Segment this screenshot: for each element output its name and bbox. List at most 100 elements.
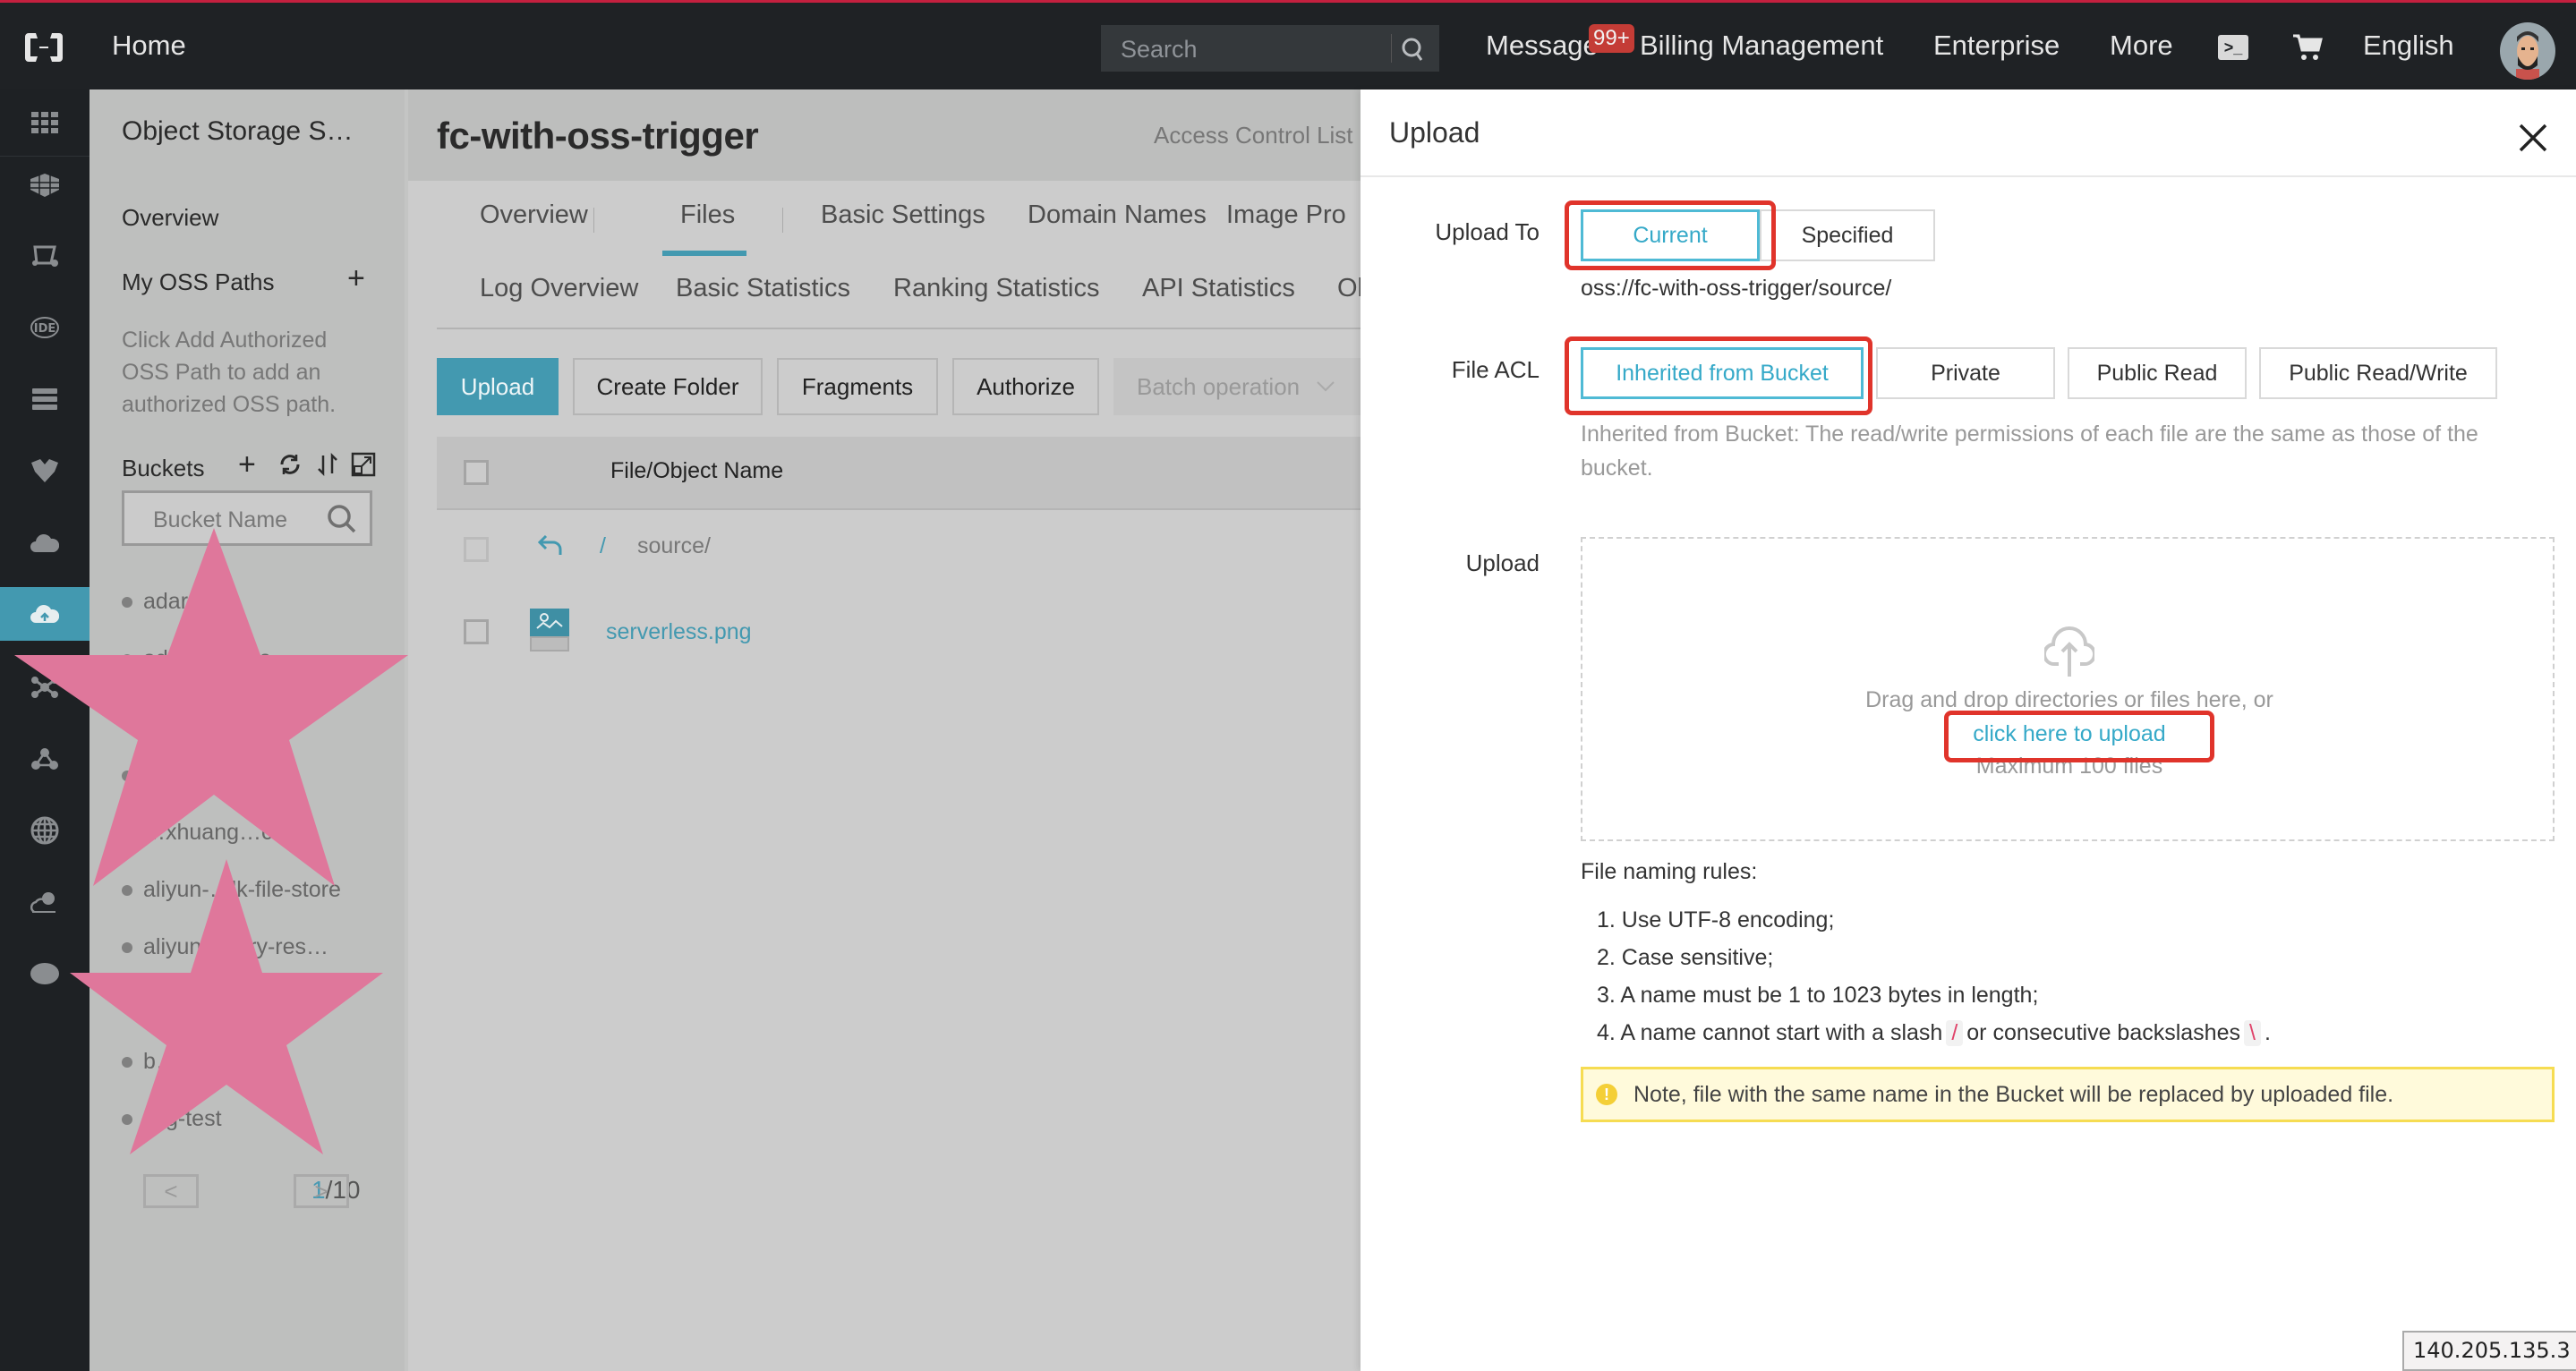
add-bucket-plus-icon[interactable]: + [238,447,256,482]
hexagon-cluster-icon [31,459,58,482]
ip-address-label: 140.205.135.3 [2402,1331,2576,1371]
oss-paths-hint: Click Add Authorized OSS Path to add an … [122,328,337,417]
drag-drop-text: Drag and drop directories or files here,… [1865,687,2273,712]
close-icon[interactable] [2515,120,2551,156]
message-count-badge: 99+ [1589,24,1634,53]
expand-icon[interactable] [351,452,376,477]
message-link[interactable]: Message [1486,30,1599,62]
rail-all-products[interactable] [0,94,90,151]
tab-ranking-statistics[interactable]: Ranking Statistics [893,274,1100,303]
search-placeholder: Search [1121,36,1198,63]
language-selector[interactable]: English [2363,30,2454,62]
tab-api-statistics[interactable]: API Statistics [1142,274,1295,303]
rail-item-ide[interactable]: IDE [0,299,90,356]
server-stack-icon [32,388,57,410]
bucket-files-view: fc-with-oss-trigger Access Control List … [408,89,1361,1371]
access-control-list-label: Access Control List [1154,122,1353,149]
star-overlay-icon [14,528,408,886]
batch-operation-dropdown: Batch operation [1113,358,1361,415]
sidebar-item-overview[interactable]: Overview [122,204,218,232]
naming-rule: 2. Case sensitive; [1597,945,1774,970]
tab-separator [782,208,783,233]
tab-image-processing[interactable]: Image Pro [1226,200,1346,230]
more-link[interactable]: More [2110,30,2173,62]
upload-panel-title: Upload [1389,116,1480,149]
select-all-checkbox[interactable] [464,460,489,485]
rail-item-storage[interactable] [0,370,90,428]
billing-management-link[interactable]: Billing Management [1640,30,1883,62]
ide-icon: IDE [30,317,59,338]
chevron-down-icon [1317,381,1335,392]
top-nav-bar: Home Search Message 99+ Billing Manageme… [0,0,2576,89]
active-tab-indicator [662,251,746,256]
acl-description: Inherited from Bucket: The read/write pe… [1581,422,2478,481]
bucket-header: fc-with-oss-trigger Access Control List [408,89,1361,181]
upload-panel: Upload Upload To Current Specified oss:/… [1361,89,2576,1371]
highlight-box [1565,200,1776,270]
rail-item-hex[interactable] [0,442,90,499]
row-checkbox [464,537,489,562]
tab-basic-settings[interactable]: Basic Settings [821,200,985,230]
upload-field-label: Upload [1465,549,1540,576]
tab-basic-statistics[interactable]: Basic Statistics [676,274,850,303]
file-link-serverless-png[interactable]: serverless.png [606,619,752,645]
rail-item-ecs[interactable] [0,157,90,214]
backslash-code: \ [2244,1020,2261,1046]
back-arrow-icon[interactable] [537,533,564,558]
tab-overview[interactable]: Overview [480,200,588,230]
tab-object-access[interactable]: Ol [1337,274,1361,303]
rail-item-network[interactable] [0,227,90,285]
upload-to-label: Upload To [1435,218,1540,245]
highlight-box [1565,336,1872,415]
warning-icon: ! [1596,1084,1617,1105]
naming-rule: 3. A name must be 1 to 1023 bytes in len… [1597,983,2039,1008]
sidebar-title: Object Storage S… [122,116,354,146]
file-acl-label: File ACL [1451,356,1540,383]
terminal-icon[interactable]: >_ [2218,35,2248,60]
tabs-divider [437,328,1361,329]
panel-header-divider [1361,175,2576,177]
upload-dropzone[interactable]: Drag and drop directories or files here,… [1581,537,2555,841]
tab-domain-names[interactable]: Domain Names [1028,200,1207,230]
cloud-upload-icon [2044,626,2094,677]
add-oss-path-plus-icon[interactable]: + [347,261,365,296]
network-node-icon [32,245,58,267]
row-checkbox[interactable] [464,619,489,644]
user-avatar[interactable] [2500,22,2555,80]
warning-text: Note, file with the same name in the Buc… [1633,1082,2394,1107]
circle-icon [30,963,59,984]
tab-separator [593,208,594,233]
sort-icon[interactable] [315,452,340,477]
acl-public-read-write-option[interactable]: Public Read/Write [2259,347,2497,399]
upload-button[interactable]: Upload [437,358,559,415]
search-icon[interactable] [1398,36,1429,63]
batch-operation-label: Batch operation [1137,372,1301,400]
root-slash-link[interactable]: / [600,533,606,559]
acl-private-option[interactable]: Private [1876,347,2055,399]
highlight-box [1944,711,2214,762]
home-link[interactable]: Home [112,30,186,62]
sidebar-item-my-oss-paths[interactable]: My OSS Paths [122,268,275,296]
create-folder-button[interactable]: Create Folder [573,358,763,415]
bucket-name-title: fc-with-oss-trigger [437,115,759,157]
tab-log-overview[interactable]: Log Overview [480,274,638,303]
acl-public-read-option[interactable]: Public Read [2068,347,2247,399]
enterprise-link[interactable]: Enterprise [1933,30,2060,62]
pager-next-button[interactable]: > [294,1174,349,1208]
current-folder-name: source/ [637,533,711,558]
cube-cluster-icon [30,174,59,197]
column-file-object-name: File/Object Name [610,458,784,483]
fragments-button[interactable]: Fragments [777,358,938,415]
alibaba-cloud-logo-icon[interactable] [23,31,64,64]
file-naming-rules-title: File naming rules: [1581,859,1758,884]
pager-prev-button[interactable]: < [143,1174,199,1208]
cart-icon[interactable] [2291,33,2324,62]
global-search-input[interactable]: Search [1101,25,1439,72]
search-divider [1391,34,1392,63]
grid-icon [31,112,58,133]
tab-files[interactable]: Files [680,200,735,230]
refresh-icon[interactable] [277,452,303,477]
upload-to-specified-option[interactable]: Specified [1760,209,1935,261]
authorize-button[interactable]: Authorize [952,358,1099,415]
avatar-face-icon [2516,31,2539,80]
